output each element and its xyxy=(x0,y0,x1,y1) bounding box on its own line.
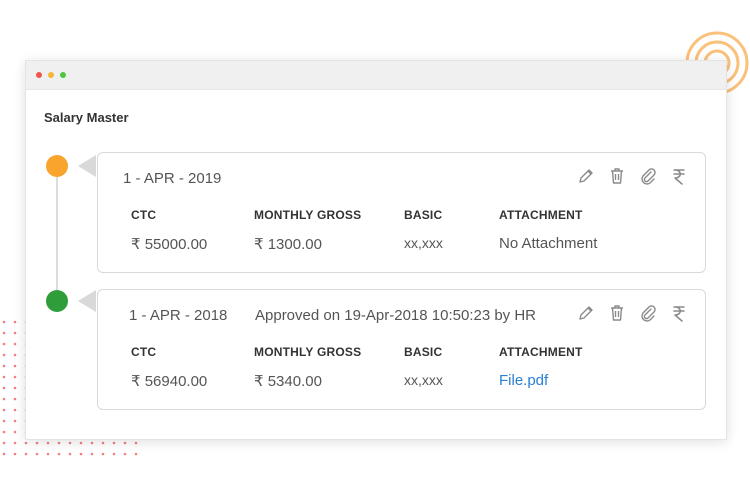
paperclip-icon[interactable] xyxy=(638,303,658,323)
attachment-link[interactable]: File.pdf xyxy=(499,372,548,389)
ctc-value: ₹ 55000.00 xyxy=(131,236,208,253)
salary-record-card: 1 - APR - 2019 CTC MONTHLY GROSS BASIC A… xyxy=(97,152,706,273)
record-actions xyxy=(576,166,689,186)
pencil-icon[interactable] xyxy=(576,303,596,323)
basic-header: BASIC xyxy=(404,345,443,359)
trash-icon[interactable] xyxy=(607,166,627,186)
basic-value: xx,xxx xyxy=(404,235,443,251)
ctc-value: ₹ 56940.00 xyxy=(131,373,208,390)
app-window: Salary Master 1 - APR - 2019 CTC MONTHLY… xyxy=(25,60,727,440)
attachment-value: No Attachment xyxy=(499,235,598,252)
rupee-icon[interactable] xyxy=(669,303,689,323)
monthly-gross-value: ₹ 1300.00 xyxy=(254,236,322,253)
window-titlebar xyxy=(26,61,726,90)
record-actions xyxy=(576,303,689,323)
trash-icon[interactable] xyxy=(607,303,627,323)
paperclip-icon[interactable] xyxy=(638,166,658,186)
card-pointer xyxy=(78,155,96,177)
maximize-window-dot[interactable] xyxy=(60,72,66,78)
attachment-header: ATTACHMENT xyxy=(499,208,583,222)
effective-date: 1 - APR - 2019 xyxy=(123,170,222,187)
approval-status: Approved on 19-Apr-2018 10:50:23 by HR xyxy=(255,307,537,324)
page-title: Salary Master xyxy=(44,110,129,125)
timeline-node-approved xyxy=(46,290,68,312)
monthly-gross-value: ₹ 5340.00 xyxy=(254,373,322,390)
monthly-gross-header: MONTHLY GROSS xyxy=(254,208,362,222)
pencil-icon[interactable] xyxy=(576,166,596,186)
close-window-dot[interactable] xyxy=(36,72,42,78)
card-pointer xyxy=(78,290,96,312)
salary-record-card: 1 - APR - 2018 Approved on 19-Apr-2018 1… xyxy=(97,289,706,410)
basic-value: xx,xxx xyxy=(404,372,443,388)
ctc-header: CTC xyxy=(131,208,157,222)
timeline-node-current xyxy=(46,155,68,177)
ctc-header: CTC xyxy=(131,345,157,359)
monthly-gross-header: MONTHLY GROSS xyxy=(254,345,362,359)
rupee-icon[interactable] xyxy=(669,166,689,186)
timeline-line xyxy=(56,166,58,304)
effective-date: 1 - APR - 2018 xyxy=(129,307,228,324)
attachment-header: ATTACHMENT xyxy=(499,345,583,359)
basic-header: BASIC xyxy=(404,208,443,222)
minimize-window-dot[interactable] xyxy=(48,72,54,78)
